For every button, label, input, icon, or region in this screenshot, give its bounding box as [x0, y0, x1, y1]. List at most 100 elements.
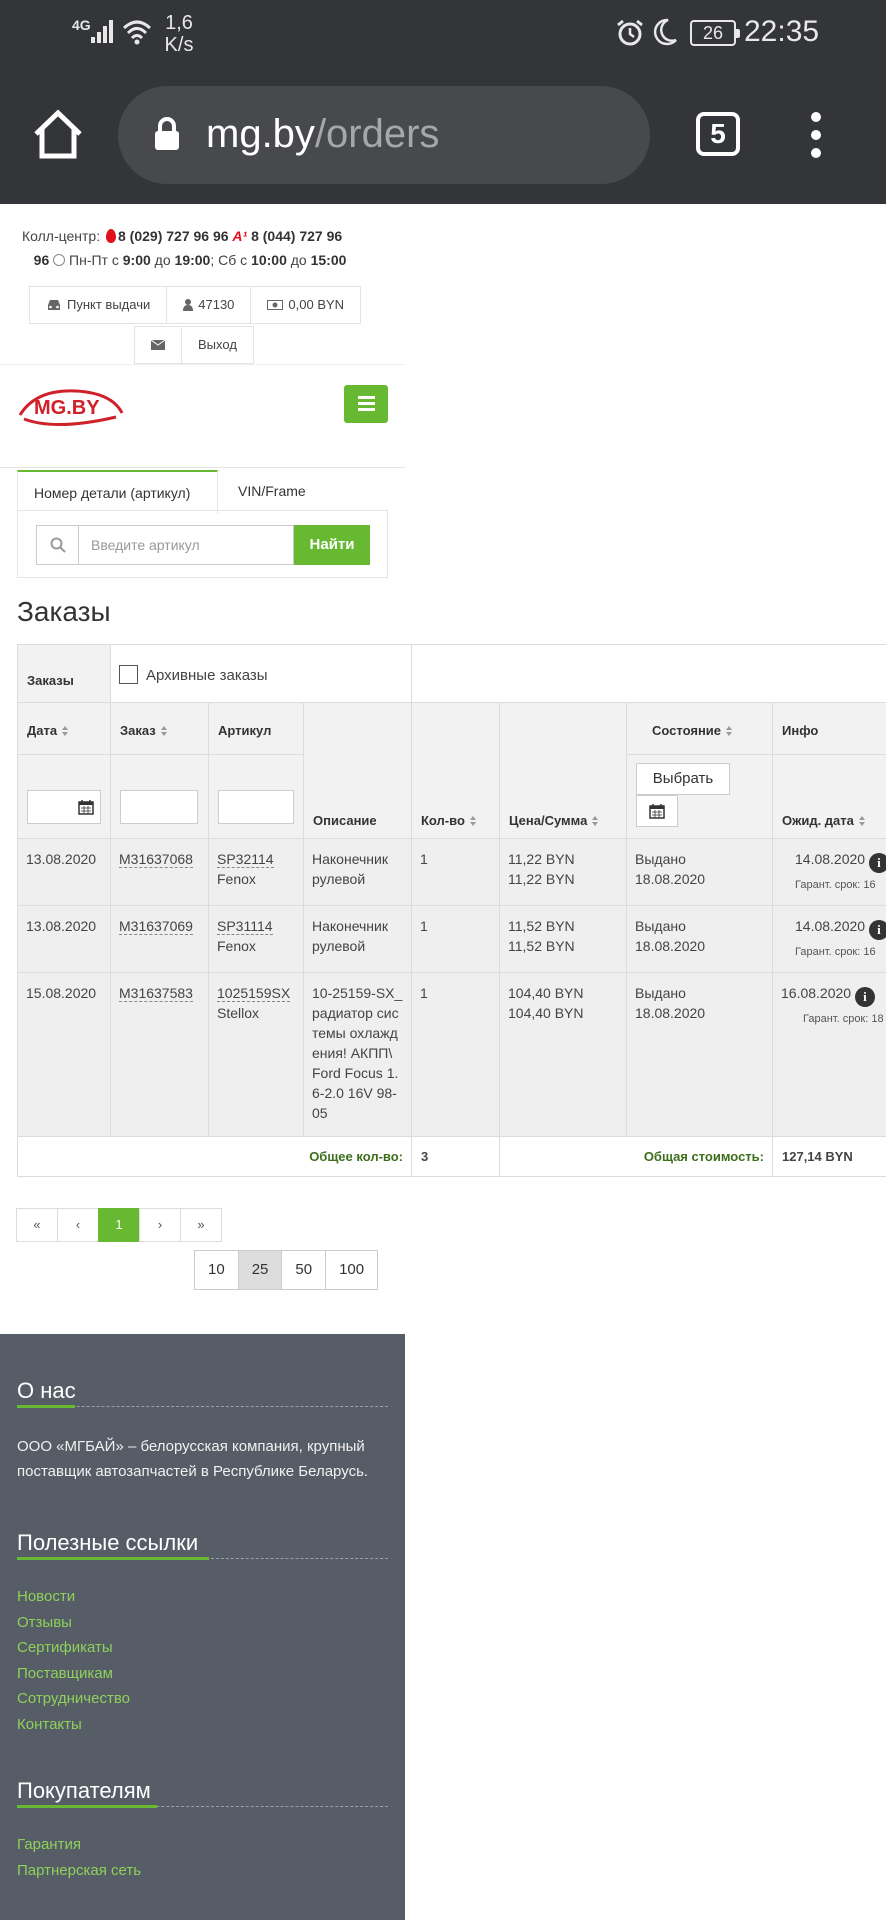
status-date-filter[interactable] [636, 795, 678, 827]
order-filter-input[interactable] [120, 790, 198, 824]
cell-sum: 104,40 BYN [508, 1005, 584, 1021]
search-tabs: Номер детали (артикул) VIN/Frame [17, 470, 388, 514]
sort-icon [62, 726, 69, 736]
cell-description: Наконечник рулевой [303, 905, 412, 973]
table-row: 13.08.2020 M31637068 SP32114 Fenox Наконе… [17, 838, 886, 906]
address-bar[interactable]: mg.by/orders [118, 86, 650, 184]
archive-checkbox[interactable] [119, 665, 138, 684]
hours-close: 19:00 [174, 252, 211, 268]
moon-icon [653, 18, 677, 46]
hours-label: Пн-Пт с [69, 252, 119, 268]
footer-link-news[interactable]: Новости [17, 1584, 130, 1610]
article-search-form: Введите артикул Найти [17, 510, 388, 578]
footer-link-contacts[interactable]: Контакты [17, 1712, 130, 1738]
signal-icon [91, 20, 113, 43]
site-footer: О нас ООО «МГБАЙ» – белорусская компания… [0, 1334, 405, 1920]
per-page-25[interactable]: 25 [237, 1250, 283, 1290]
network-type: 4G [72, 17, 91, 33]
article-filter-input[interactable] [218, 790, 294, 824]
network-speed: 1,6 K/s [164, 12, 194, 56]
col-expected-date[interactable]: Ожид. дата [772, 754, 886, 839]
col-status[interactable]: Состояние [626, 702, 773, 755]
phone-velcom[interactable]: 8 (029) 727 96 96 [118, 228, 229, 244]
search-button[interactable]: Найти [294, 525, 370, 565]
col-price[interactable]: Цена/Сумма [499, 702, 627, 839]
pickup-point-link[interactable]: Пункт выдачи [29, 286, 168, 324]
tab-vin-search[interactable]: VIN/Frame [238, 470, 306, 514]
footer-link-cooperation[interactable]: Сотрудничество [17, 1686, 130, 1712]
date-filter-input[interactable] [27, 790, 101, 824]
footer-link-certificates[interactable]: Сертификаты [17, 1635, 130, 1661]
orders-table-wrapper: Заказы Архивные заказы Дата Заказ Артику… [17, 644, 886, 1177]
col-description: Описание [303, 702, 412, 839]
footer-link-reviews[interactable]: Отзывы [17, 1610, 130, 1636]
info-icon[interactable]: i [868, 853, 886, 873]
totals-row: Общее кол-во: 3 Общая стоимость: 127,14 … [17, 1136, 886, 1177]
footer-link-suppliers[interactable]: Поставщикам [17, 1661, 130, 1687]
hamburger-menu-button[interactable] [344, 385, 388, 423]
order-link[interactable]: M31637068 [119, 851, 193, 868]
user-icon [183, 299, 194, 311]
account-link[interactable]: 47130 [166, 286, 252, 324]
cell-date: 15.08.2020 [17, 972, 111, 1137]
footer-divider [17, 1405, 388, 1408]
cell-price: 104,40 BYN [508, 985, 584, 1001]
article-link[interactable]: 1025159SX [217, 985, 291, 1002]
tab-article-search[interactable]: Номер детали (артикул) [17, 470, 218, 514]
orders-table: Заказы Архивные заказы Дата Заказ Артику… [17, 644, 886, 1177]
order-link[interactable]: M31637069 [119, 918, 193, 935]
phone-a1[interactable]: 8 (044) 727 96 [251, 228, 342, 244]
per-page-100[interactable]: 100 [325, 1250, 379, 1290]
logout-button[interactable]: Выход [181, 326, 254, 364]
article-link[interactable]: SP31114 [217, 918, 273, 935]
hours-open: 9:00 [122, 252, 151, 268]
battery-icon: 26 [690, 20, 740, 46]
home-icon[interactable] [30, 108, 86, 160]
col-info: Инфо [772, 702, 886, 755]
cell-expected-date: 14.08.2020 [795, 918, 866, 934]
logo-text: MG.BY [34, 397, 100, 419]
phone-a1-end[interactable]: 96 [34, 252, 50, 268]
mgby-logo[interactable]: MG.BY [16, 383, 126, 431]
cell-brand: Stellox [217, 1005, 260, 1021]
hours-sat-close: 15:00 [310, 252, 347, 268]
cell-price: 11,22 BYN [508, 851, 575, 867]
tab-switcher-button[interactable]: 5 [696, 112, 740, 156]
footer-link-partner-network[interactable]: Партнерская сеть [17, 1858, 141, 1884]
info-icon[interactable]: i [868, 920, 886, 940]
article-search-input[interactable]: Введите артикул [78, 525, 294, 565]
article-link[interactable]: SP32114 [217, 851, 274, 868]
cell-qty: 1 [411, 905, 500, 973]
page-prev-button[interactable]: ‹ [57, 1208, 99, 1242]
select-status-button[interactable]: Выбрать [636, 763, 730, 795]
balance-link[interactable]: 0,00 BYN [250, 286, 362, 324]
hours-sat-label: ; Сб с [210, 252, 248, 268]
col-date[interactable]: Дата [17, 702, 111, 755]
url-path: /orders [314, 112, 440, 156]
order-link[interactable]: M31637583 [119, 985, 193, 1002]
total-qty: 3 [411, 1136, 500, 1177]
table-row: 13.08.2020 M31637069 SP31114 Fenox Наконе… [17, 905, 886, 973]
per-page-50[interactable]: 50 [281, 1250, 327, 1290]
browser-toolbar: mg.by/orders 5 [0, 62, 886, 204]
per-page-10[interactable]: 10 [194, 1250, 239, 1290]
info-icon[interactable]: i [854, 987, 875, 1007]
page-next-button[interactable]: › [139, 1208, 181, 1242]
per-page-selector: 10 25 50 100 [194, 1250, 379, 1290]
footer-link-warranty[interactable]: Гарантия [17, 1832, 141, 1858]
clock: 22:35 [744, 15, 820, 48]
col-order[interactable]: Заказ [110, 702, 209, 755]
calendar-icon [649, 804, 665, 819]
page-title: Заказы [17, 596, 111, 627]
cell-expected-date: 16.08.2020 [781, 985, 852, 1001]
overflow-menu-icon[interactable] [808, 112, 824, 160]
col-qty[interactable]: Кол-во [411, 702, 500, 839]
page-first-button[interactable]: « [16, 1208, 58, 1242]
footer-about-text: ООО «МГБАЙ» – белорусская компания, круп… [17, 1438, 369, 1480]
page-last-button[interactable]: » [180, 1208, 222, 1242]
cell-price: 11,52 BYN [508, 918, 575, 934]
messages-button[interactable] [134, 326, 182, 364]
envelope-icon [151, 340, 165, 350]
cell-status: Выдано [635, 918, 686, 934]
page-current-button[interactable]: 1 [98, 1208, 140, 1242]
